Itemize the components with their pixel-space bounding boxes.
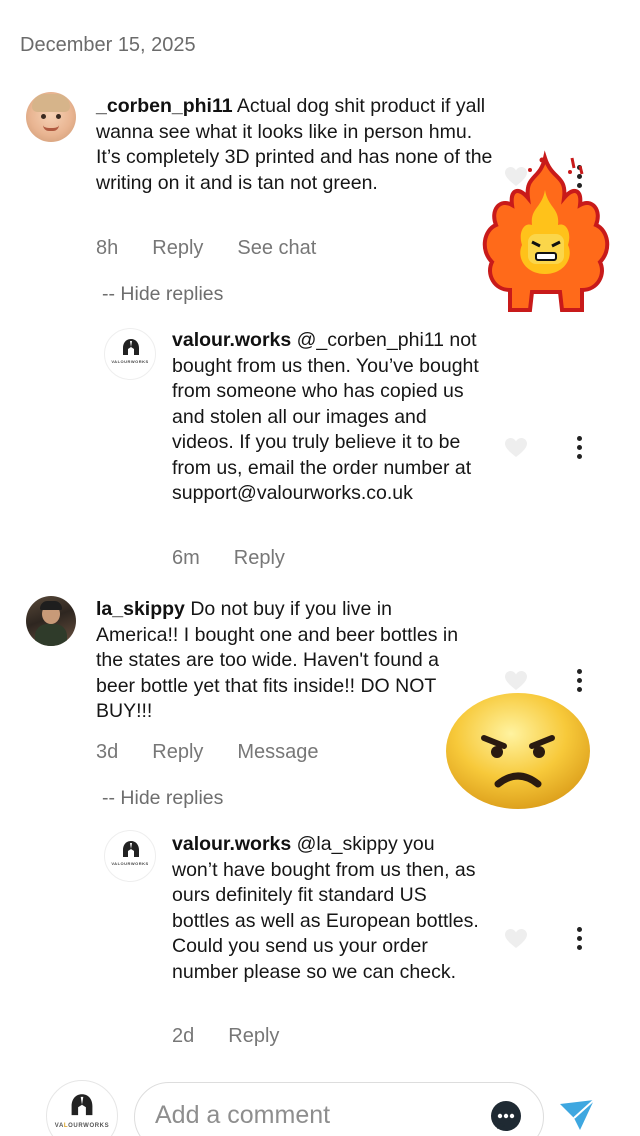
comment-time: 8h: [96, 237, 119, 259]
message-button[interactable]: Message: [237, 741, 318, 764]
reply-button[interactable]: Reply: [228, 1025, 279, 1048]
heart-icon[interactable]: [504, 670, 528, 692]
helmet-logo-icon: [71, 1094, 93, 1116]
more-icon[interactable]: [576, 436, 582, 462]
date-header: December 15, 2025: [20, 34, 196, 56]
heart-icon[interactable]: [504, 928, 528, 950]
helmet-logo-icon: [123, 841, 139, 857]
reply-body: @la_skippy you won’t have bought from us…: [172, 833, 479, 983]
helmet-logo-icon: [123, 339, 139, 355]
angry-emoji-sticker: [446, 693, 590, 809]
comment-text: _corben_phi11 Actual dog shit product if…: [96, 94, 496, 196]
hide-replies-button[interactable]: -- Hide replies: [102, 283, 223, 306]
heart-icon[interactable]: [504, 437, 528, 459]
current-user-avatar[interactable]: VALOURWORKS: [46, 1080, 118, 1136]
reply-button[interactable]: Reply: [152, 237, 203, 260]
comment-text: la_skippy Do not buy if you live in Amer…: [96, 597, 476, 725]
reply-time: 2d: [172, 1025, 195, 1047]
see-chat-button[interactable]: See chat: [237, 237, 316, 260]
reply-button[interactable]: Reply: [152, 741, 203, 764]
send-icon[interactable]: [558, 1098, 596, 1132]
brand-watermark: VALOURWORKS: [111, 861, 149, 866]
comment-meta: 8h Reply See chat: [96, 237, 350, 260]
chat-bubble-icon[interactable]: [489, 1099, 523, 1133]
brand-avatar[interactable]: VALOURWORKS: [104, 328, 156, 380]
brand-avatar[interactable]: VALOURWORKS: [104, 830, 156, 882]
comment-composer: VALOURWORKS: [0, 1072, 640, 1136]
reply-meta: 6m Reply: [172, 547, 319, 570]
comment-time: 3d: [96, 741, 119, 763]
reply-body: @_corben_phi11 not bought from us then. …: [172, 329, 479, 504]
avatar[interactable]: [26, 92, 76, 142]
hide-replies-button[interactable]: -- Hide replies: [102, 787, 223, 810]
reply-username[interactable]: valour.works: [172, 329, 291, 351]
more-icon[interactable]: [576, 927, 582, 953]
comment-meta: 3d Reply Message: [96, 741, 353, 764]
reply-time: 6m: [172, 547, 200, 569]
reply-text: valour.works @la_skippy you won’t have b…: [172, 832, 482, 985]
reply-meta: 2d Reply: [172, 1025, 313, 1048]
brand-watermark: VALOURWORKS: [54, 1123, 110, 1129]
fire-sticker: [482, 150, 610, 312]
reply-text: valour.works @_corben_phi11 not bought f…: [172, 328, 482, 507]
avatar[interactable]: [26, 596, 76, 646]
comment-input-box[interactable]: [134, 1082, 544, 1136]
comment-username[interactable]: la_skippy: [96, 598, 185, 620]
brand-watermark: VALOURWORKS: [111, 359, 149, 364]
comment-input[interactable]: [155, 1101, 455, 1130]
comment-username[interactable]: _corben_phi11: [96, 95, 233, 117]
reply-button[interactable]: Reply: [234, 547, 285, 570]
reply-username[interactable]: valour.works: [172, 833, 291, 855]
